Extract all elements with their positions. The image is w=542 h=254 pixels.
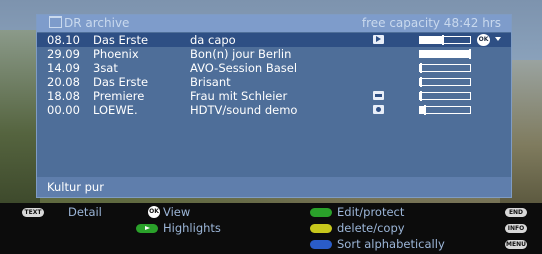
- yellow-key[interactable]: [310, 224, 332, 233]
- ok-key[interactable]: OK: [148, 206, 160, 218]
- view-label[interactable]: View: [163, 205, 190, 219]
- recording-date: 18.08: [47, 89, 80, 103]
- folder-icon: [49, 16, 62, 28]
- edit-protect-label[interactable]: Edit/protect: [337, 205, 404, 219]
- info-key[interactable]: INFO: [505, 224, 527, 233]
- playback-progress-bar: [419, 35, 471, 45]
- playback-progress-bar: [419, 91, 471, 101]
- archive-title-text: DR archive: [64, 16, 130, 30]
- play-icon: [373, 35, 384, 44]
- recording-date: 20.08: [47, 75, 80, 89]
- recording-title: Frau mit Schleier: [190, 89, 288, 103]
- remote-key-legend: TEXT Detail OK View Edit/protect END Hig…: [0, 203, 542, 254]
- recording-channel: LOEWE.: [93, 103, 138, 117]
- free-capacity: free capacity 48:42 hrs: [361, 16, 501, 30]
- disc-icon: [373, 105, 384, 114]
- archive-header: DR archive free capacity 48:42 hrs: [37, 15, 511, 32]
- recording-channel: 3sat: [93, 61, 118, 75]
- recording-title: Brisant: [190, 75, 231, 89]
- sort-label[interactable]: Sort alphabetically: [337, 237, 445, 251]
- recording-title: HDTV/sound demo: [190, 103, 298, 117]
- delete-copy-label[interactable]: delete/copy: [337, 221, 405, 235]
- recording-channel: Premiere: [93, 89, 145, 103]
- playback-progress-bar: [419, 63, 471, 73]
- recording-title: Bon(n) jour Berlin: [190, 47, 292, 61]
- recording-row[interactable]: 14.09 3sat AVO-Session Basel: [37, 61, 511, 75]
- background-trees-left: [0, 30, 40, 203]
- archive-title: DR archive: [49, 15, 129, 32]
- archive-panel: DR archive free capacity 48:42 hrs 08.10…: [36, 14, 512, 198]
- ok-icon[interactable]: OK: [477, 34, 490, 46]
- chevron-down-icon: [495, 37, 501, 41]
- recording-row[interactable]: 08.10 Das Erste da capo OK: [37, 33, 511, 47]
- green-key[interactable]: [310, 208, 332, 217]
- recording-title: AVO-Session Basel: [190, 61, 298, 75]
- recording-date: 29.09: [47, 47, 80, 61]
- recording-row[interactable]: 20.08 Das Erste Brisant: [37, 75, 511, 89]
- recording-title: da capo: [190, 33, 236, 47]
- blue-key[interactable]: [310, 240, 332, 249]
- recording-date: 14.09: [47, 61, 80, 75]
- recording-row[interactable]: 00.00 LOEWE. HDTV/sound demo: [37, 103, 511, 117]
- recording-channel: Das Erste: [93, 33, 149, 47]
- lock-icon: [373, 91, 384, 100]
- highlights-green-key[interactable]: [136, 224, 158, 233]
- recordings-list: 08.10 Das Erste da capo OK 29.09 Phoenix Bon(n…: [37, 33, 511, 117]
- detail-label[interactable]: Detail: [68, 205, 102, 219]
- playback-progress-bar: [419, 49, 471, 59]
- menu-key[interactable]: MENU: [505, 240, 527, 249]
- status-text: Kultur pur: [47, 180, 104, 194]
- recording-row[interactable]: 18.08 Premiere Frau mit Schleier: [37, 89, 511, 103]
- text-key[interactable]: TEXT: [22, 208, 44, 217]
- recording-date: 00.00: [47, 103, 80, 117]
- recording-row[interactable]: 29.09 Phoenix Bon(n) jour Berlin: [37, 47, 511, 61]
- highlights-label[interactable]: Highlights: [163, 221, 221, 235]
- recording-channel: Das Erste: [93, 75, 149, 89]
- playback-progress-bar: [419, 105, 471, 115]
- recording-channel: Phoenix: [93, 47, 139, 61]
- playback-progress-bar: [419, 77, 471, 87]
- end-key[interactable]: END: [505, 208, 527, 217]
- recording-date: 08.10: [47, 33, 80, 47]
- status-bar: Kultur pur: [37, 177, 511, 197]
